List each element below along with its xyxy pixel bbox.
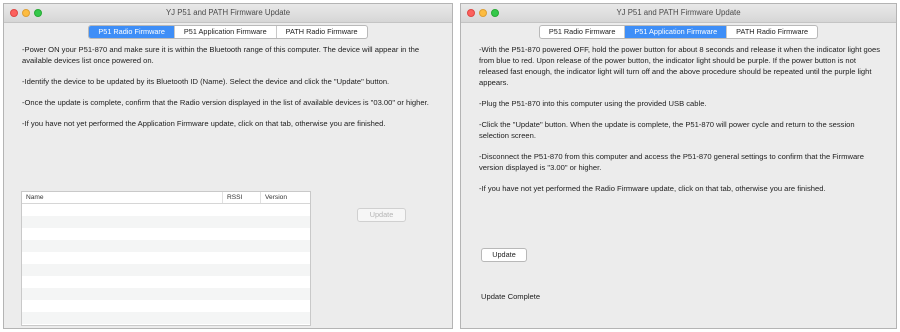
table-row[interactable] (22, 240, 310, 252)
instruction-next-step: -If you have not yet performed the Appli… (22, 119, 386, 128)
minimize-window-icon[interactable] (22, 9, 30, 17)
instruction-plug-usb: -Plug the P51-870 into this computer usi… (479, 99, 707, 108)
minimize-window-icon[interactable] (479, 9, 487, 17)
window-title: YJ P51 and PATH Firmware Update (616, 8, 741, 17)
window-titlebar[interactable]: YJ P51 and PATH Firmware Update (4, 4, 452, 23)
tab-p51-radio-firmware[interactable]: P51 Radio Firmware (89, 26, 175, 38)
table-row[interactable] (22, 252, 310, 264)
tab-path-radio-firmware[interactable]: PATH Radio Firmware (727, 26, 817, 38)
instruction-power-on: -Power ON your P51-870 and make sure it … (22, 45, 420, 65)
tab-p51-application-firmware[interactable]: P51 Application Firmware (175, 26, 277, 38)
table-row[interactable] (22, 228, 310, 240)
window-title: YJ P51 and PATH Firmware Update (165, 8, 291, 17)
close-window-icon[interactable] (10, 9, 18, 17)
instruction-click-update: -Click the "Update" button. When the upd… (479, 120, 855, 140)
tab-bar: P51 Radio Firmware P51 Application Firmw… (4, 25, 452, 39)
tab-p51-application-firmware[interactable]: P51 Application Firmware (625, 26, 728, 38)
table-row[interactable] (22, 288, 310, 300)
column-header-version[interactable]: Version (260, 192, 310, 203)
tab-group: P51 Radio Firmware P51 Application Firmw… (538, 25, 819, 39)
table-row[interactable] (22, 300, 310, 312)
available-devices-table[interactable]: Name RSSI Version (21, 191, 311, 326)
tab-group: P51 Radio Firmware P51 Application Firmw… (88, 25, 368, 39)
instructions: -With the P51-870 powered OFF, hold the … (479, 44, 882, 204)
window-titlebar[interactable]: YJ P51 and PATH Firmware Update (461, 4, 896, 23)
table-row[interactable] (22, 276, 310, 288)
column-header-name[interactable]: Name (22, 192, 222, 203)
instruction-confirm-version: -Once the update is complete, confirm th… (22, 98, 429, 107)
table-row[interactable] (22, 312, 310, 324)
column-header-rssi[interactable]: RSSI (222, 192, 260, 203)
instructions: -Power ON your P51-870 and make sure it … (22, 44, 438, 139)
close-window-icon[interactable] (467, 9, 475, 17)
firmware-window-radio: YJ P51 and PATH Firmware Update P51 Radi… (3, 3, 453, 329)
table-row[interactable] (22, 216, 310, 228)
zoom-window-icon[interactable] (491, 9, 499, 17)
table-row[interactable] (22, 264, 310, 276)
table-header: Name RSSI Version (22, 192, 310, 204)
instruction-bootloader-mode: -With the P51-870 powered OFF, hold the … (479, 45, 881, 87)
tab-p51-radio-firmware[interactable]: P51 Radio Firmware (540, 26, 626, 38)
instruction-next-step: -If you have not yet performed the Radio… (479, 184, 826, 193)
zoom-window-icon[interactable] (34, 9, 42, 17)
tab-path-radio-firmware[interactable]: PATH Radio Firmware (277, 26, 367, 38)
traffic-lights (10, 9, 42, 17)
update-button[interactable]: Update (481, 248, 527, 262)
instruction-confirm-version: -Disconnect the P51-870 from this comput… (479, 152, 864, 172)
firmware-window-application: YJ P51 and PATH Firmware Update P51 Radi… (460, 3, 897, 329)
tab-bar: P51 Radio Firmware P51 Application Firmw… (461, 25, 896, 39)
table-row[interactable] (22, 204, 310, 216)
update-button-disabled[interactable]: Update (357, 208, 406, 222)
instruction-identify-device: -Identify the device to be updated by it… (22, 77, 390, 86)
traffic-lights (467, 9, 499, 17)
update-status-text: Update Complete (481, 292, 541, 301)
